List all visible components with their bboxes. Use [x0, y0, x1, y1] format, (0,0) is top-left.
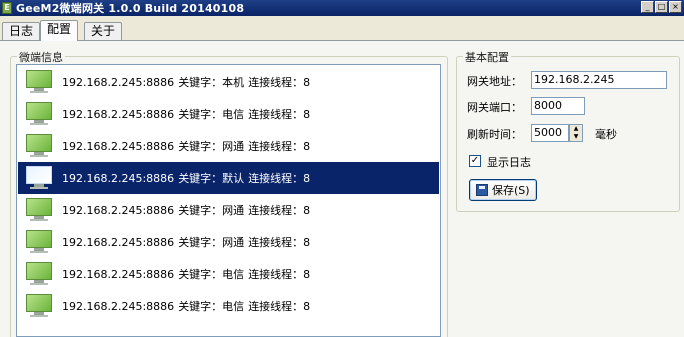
save-button[interactable]: 保存(S) — [469, 179, 537, 201]
client-threads: 连接线程：8 — [248, 108, 311, 121]
client-address: 192.168.2.245:8886 — [62, 236, 175, 249]
client-threads: 连接线程：8 — [248, 300, 311, 313]
app-icon: E — [2, 2, 12, 14]
client-row-text: 192.168.2.245:8886 关键字：默认 连接线程：8 — [62, 170, 314, 186]
client-address: 192.168.2.245:8886 — [62, 140, 175, 153]
monitor-icon — [26, 294, 52, 318]
gateway-address-input[interactable]: 192.168.2.245 — [531, 71, 667, 89]
basic-config-title: 基本配置 — [463, 49, 511, 65]
client-address: 192.168.2.245:8886 — [62, 108, 175, 121]
client-address: 192.168.2.245:8886 — [62, 172, 175, 185]
client-list-item[interactable]: 192.168.2.245:8886 关键字：电信 连接线程：8 — [18, 98, 439, 130]
monitor-icon — [26, 134, 52, 158]
client-row-text: 192.168.2.245:8886 关键字：网通 连接线程：8 — [62, 138, 314, 154]
client-row-text: 192.168.2.245:8886 关键字：本机 连接线程：8 — [62, 74, 314, 90]
show-log-checkbox[interactable]: ✓ — [469, 155, 481, 167]
client-list-item[interactable]: 192.168.2.245:8886 关键字：网通 连接线程：8 — [18, 226, 439, 258]
monitor-icon — [26, 166, 52, 190]
tab-about[interactable]: 关于 — [84, 22, 123, 40]
client-keyword: 关键字：电信 — [178, 268, 245, 281]
save-button-label: 保存(S) — [492, 184, 530, 197]
client-row-text: 192.168.2.245:8886 关键字：电信 连接线程：8 — [62, 266, 314, 282]
client-list-item[interactable]: 192.168.2.245:8886 关键字：电信 连接线程：8 — [18, 290, 439, 322]
client-row-text: 192.168.2.245:8886 关键字：网通 连接线程：8 — [62, 234, 314, 250]
monitor-icon — [26, 102, 52, 126]
client-keyword: 关键字：网通 — [178, 236, 245, 249]
basic-config-group: 基本配置 网关地址： 192.168.2.245 网关端口： 8000 刷新时间… — [456, 49, 680, 212]
gateway-port-label: 网关端口： — [467, 101, 522, 114]
client-threads: 连接线程：8 — [248, 172, 311, 185]
monitor-icon — [26, 198, 52, 222]
client-list-item[interactable]: 192.168.2.245:8886 关键字：默认 连接线程：8 — [18, 162, 439, 194]
tab-config[interactable]: 配置 — [40, 20, 79, 41]
client-threads: 连接线程：8 — [248, 268, 311, 281]
client-keyword: 关键字：网通 — [178, 204, 245, 217]
client-address: 192.168.2.245:8886 — [62, 268, 175, 281]
maximize-icon[interactable]: □ — [655, 1, 668, 13]
client-list-item[interactable]: 192.168.2.245:8886 关键字：网通 连接线程：8 — [18, 194, 439, 226]
window-controls: _ □ × — [641, 1, 682, 13]
client-address: 192.168.2.245:8886 — [62, 76, 175, 89]
client-row-text: 192.168.2.245:8886 关键字：电信 连接线程：8 — [62, 298, 314, 314]
refresh-unit-label: 毫秒 — [595, 128, 617, 141]
client-list-item[interactable]: 192.168.2.245:8886 关键字：本机 连接线程：8 — [18, 66, 439, 98]
client-row-text: 192.168.2.245:8886 关键字：网通 连接线程：8 — [62, 202, 314, 218]
refresh-time-spinner[interactable]: ▲ ▼ — [569, 124, 583, 142]
tab-log[interactable]: 日志 — [2, 22, 41, 40]
client-threads: 连接线程：8 — [248, 236, 311, 249]
floppy-disk-icon — [476, 184, 488, 196]
show-log-label: 显示日志 — [487, 156, 531, 169]
client-threads: 连接线程：8 — [248, 140, 311, 153]
client-threads: 连接线程：8 — [248, 76, 311, 89]
client-keyword: 关键字：电信 — [178, 108, 245, 121]
title-bar[interactable]: E GeeM2微端网关 1.0.0 Build 20140108 _ □ × — [0, 0, 684, 16]
client-keyword: 关键字：默认 — [178, 172, 245, 185]
minimize-icon[interactable]: _ — [641, 1, 654, 13]
window-title: GeeM2微端网关 1.0.0 Build 20140108 — [16, 2, 245, 15]
client-keyword: 关键字：本机 — [178, 76, 245, 89]
client-keyword: 关键字：网通 — [178, 140, 245, 153]
client-address: 192.168.2.245:8886 — [62, 300, 175, 313]
client-list[interactable]: 192.168.2.245:8886 关键字：本机 连接线程：8 192.168.2.… — [16, 64, 441, 337]
client-row-text: 192.168.2.245:8886 关键字：电信 连接线程：8 — [62, 106, 314, 122]
client-list-item[interactable]: 192.168.2.245:8886 关键字：网通 连接线程：8 — [18, 130, 439, 162]
monitor-icon — [26, 70, 52, 94]
client-address: 192.168.2.245:8886 — [62, 204, 175, 217]
gateway-port-input[interactable]: 8000 — [531, 97, 585, 115]
monitor-icon — [26, 262, 52, 286]
client-threads: 连接线程：8 — [248, 204, 311, 217]
client-keyword: 关键字：电信 — [178, 300, 245, 313]
monitor-icon — [26, 230, 52, 254]
client-info-title: 微端信息 — [17, 49, 65, 65]
refresh-time-label: 刷新时间： — [467, 128, 522, 141]
refresh-time-input[interactable]: 5000 — [531, 124, 569, 142]
client-list-item[interactable]: 192.168.2.245:8886 关键字：电信 连接线程：8 — [18, 258, 439, 290]
tab-strip: 日志 配置 关于 — [0, 20, 684, 41]
gateway-address-label: 网关地址： — [467, 75, 522, 88]
close-icon[interactable]: × — [669, 1, 682, 13]
